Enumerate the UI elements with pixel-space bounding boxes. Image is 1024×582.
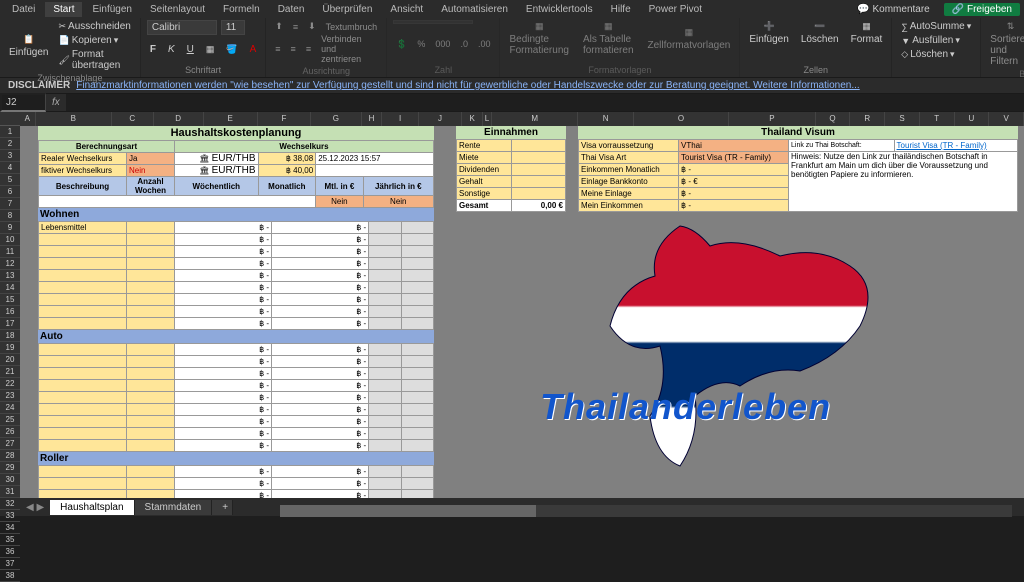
align-bot[interactable]: ⬇	[305, 20, 319, 33]
new-sheet-button[interactable]: +	[212, 500, 233, 515]
bold-button[interactable]: F	[147, 43, 159, 56]
insert-cells-button[interactable]: ➕Einfügen	[746, 20, 791, 46]
format-painter-button[interactable]: 🖌 Format übertragen	[55, 48, 133, 72]
cell-styles-button[interactable]: ▦Zellformatvorlagen	[645, 26, 734, 52]
sheet-tab-haushaltsplan[interactable]: Haushaltsplan	[50, 500, 134, 515]
format-cells-button[interactable]: ▦Format	[848, 20, 886, 46]
grid[interactable]: Haushaltskostenplanung BerechnungsartWec…	[20, 126, 1024, 498]
paste-button[interactable]: 📋Einfügen	[6, 33, 51, 59]
menu-entwicklertools[interactable]: Entwicklertools	[518, 2, 601, 17]
row-headers[interactable]: 1234567891011121314151617181920212223242…	[0, 112, 20, 498]
number-format-select[interactable]	[393, 20, 473, 24]
inc-decimal-button[interactable]: .0	[457, 38, 471, 50]
disclaimer-tag: DISCLAIMER	[8, 80, 70, 91]
ribbon: 📋Einfügen ✂ Ausschneiden 📄 Kopieren ▾ 🖌 …	[0, 18, 1024, 78]
font-name-select[interactable]: Calibri	[147, 20, 217, 35]
font-color-button[interactable]: A	[247, 43, 260, 56]
menu-start[interactable]: Start	[45, 2, 82, 17]
align-mid[interactable]: ≡	[290, 21, 301, 33]
menu-formeln[interactable]: Formeln	[215, 2, 268, 17]
fx-icon[interactable]: fx	[46, 97, 66, 108]
wrap-text-button[interactable]: Textumbruch	[323, 21, 381, 33]
menu-powerpivot[interactable]: Power Pivot	[641, 2, 710, 17]
menu-ueberpruefen[interactable]: Überprüfen	[314, 2, 380, 17]
font-group-label: Schriftart	[147, 64, 259, 75]
income-title: Einnahmen	[456, 126, 566, 139]
budget-panel: Haushaltskostenplanung BerechnungsartWec…	[38, 126, 434, 498]
visa-panel: Thailand Visum Visa vorraussetzungVThaiL…	[578, 126, 1018, 212]
menu-hilfe[interactable]: Hilfe	[603, 2, 639, 17]
align-center[interactable]: ≡	[288, 43, 299, 55]
disclaimer-link[interactable]: Finanzmarktinformationen werden "wie bes…	[76, 80, 859, 91]
name-box[interactable]	[0, 93, 46, 112]
menu-daten[interactable]: Daten	[270, 2, 313, 17]
section-roller: Roller	[38, 452, 434, 465]
delete-cells-button[interactable]: ➖Löschen	[798, 20, 842, 46]
currency-button[interactable]: 💲	[393, 38, 410, 51]
tab-nav[interactable]: ◀ ▶	[20, 502, 50, 513]
cells-group-label: Zellen	[746, 64, 885, 75]
visa-title: Thailand Visum	[578, 126, 1018, 139]
disclaimer-bar: DISCLAIMER Finanzmarktinformationen werd…	[0, 78, 1024, 94]
merge-button[interactable]: Verbinden und zentrieren	[318, 33, 380, 65]
underline-button[interactable]: U	[184, 43, 197, 56]
brand-text: Thailanderleben	[540, 386, 831, 428]
cond-format-button[interactable]: ▦Bedingte Formatierung	[506, 20, 571, 57]
formula-input[interactable]	[66, 94, 1024, 111]
menu-seitenlayout[interactable]: Seitenlayout	[142, 2, 213, 17]
clear-button[interactable]: ◇ Löschen ▾	[898, 48, 974, 61]
menu-ansicht[interactable]: Ansicht	[382, 2, 431, 17]
horizontal-scrollbar[interactable]	[280, 505, 1012, 517]
align-left[interactable]: ≡	[272, 43, 283, 55]
col-headers[interactable]: ABCDEFGHIJKLMNOPQRSTUV	[20, 112, 1024, 126]
formula-bar: fx	[0, 94, 1024, 112]
menu-einfuegen[interactable]: Einfügen	[84, 2, 139, 17]
align-right[interactable]: ≡	[303, 43, 314, 55]
fill-button[interactable]: ▼ Ausfüllen ▾	[898, 34, 974, 47]
income-panel: Einnahmen RenteMieteDividendenGehaltSons…	[456, 126, 566, 212]
comma-button[interactable]: 000	[432, 38, 453, 50]
cut-button[interactable]: ✂ Ausschneiden	[55, 20, 133, 33]
align-top[interactable]: ⬆	[272, 20, 286, 33]
edit-group-label: Bearbeiten	[987, 68, 1024, 79]
number-group-label: Zahl	[393, 64, 493, 75]
menu-bar: Datei Start Einfügen Seitenlayout Formel…	[0, 0, 1024, 18]
border-button[interactable]: ▦	[203, 43, 218, 56]
section-auto: Auto	[38, 330, 434, 343]
align-group-label: Ausrichtung	[272, 65, 380, 76]
dec-decimal-button[interactable]: .00	[475, 38, 494, 50]
fill-color-button[interactable]: 🪣	[223, 43, 240, 56]
thailand-map-image	[560, 216, 940, 476]
copy-button[interactable]: 📄 Kopieren ▾	[55, 34, 133, 47]
menu-automatisieren[interactable]: Automatisieren	[433, 2, 516, 17]
font-size-select[interactable]: 11	[221, 20, 245, 35]
sort-filter-button[interactable]: ⇅Sortieren und Filtern	[987, 20, 1024, 68]
styles-group-label: Formatvorlagen	[506, 64, 733, 75]
section-wohnen: Wohnen	[38, 208, 434, 221]
sheet-tab-stammdaten[interactable]: Stammdaten	[135, 500, 213, 515]
percent-button[interactable]: %	[414, 38, 428, 50]
italic-button[interactable]: K	[165, 43, 178, 56]
share-button[interactable]: 🔗 Freigeben	[944, 3, 1020, 16]
as-table-button[interactable]: ▦Als Tabelle formatieren	[580, 20, 637, 57]
comments-button[interactable]: 💬 Kommentare	[849, 3, 937, 16]
budget-title: Haushaltskostenplanung	[38, 126, 434, 140]
menu-datei[interactable]: Datei	[4, 2, 43, 17]
autosum-button[interactable]: ∑ AutoSumme ▾	[898, 20, 974, 33]
